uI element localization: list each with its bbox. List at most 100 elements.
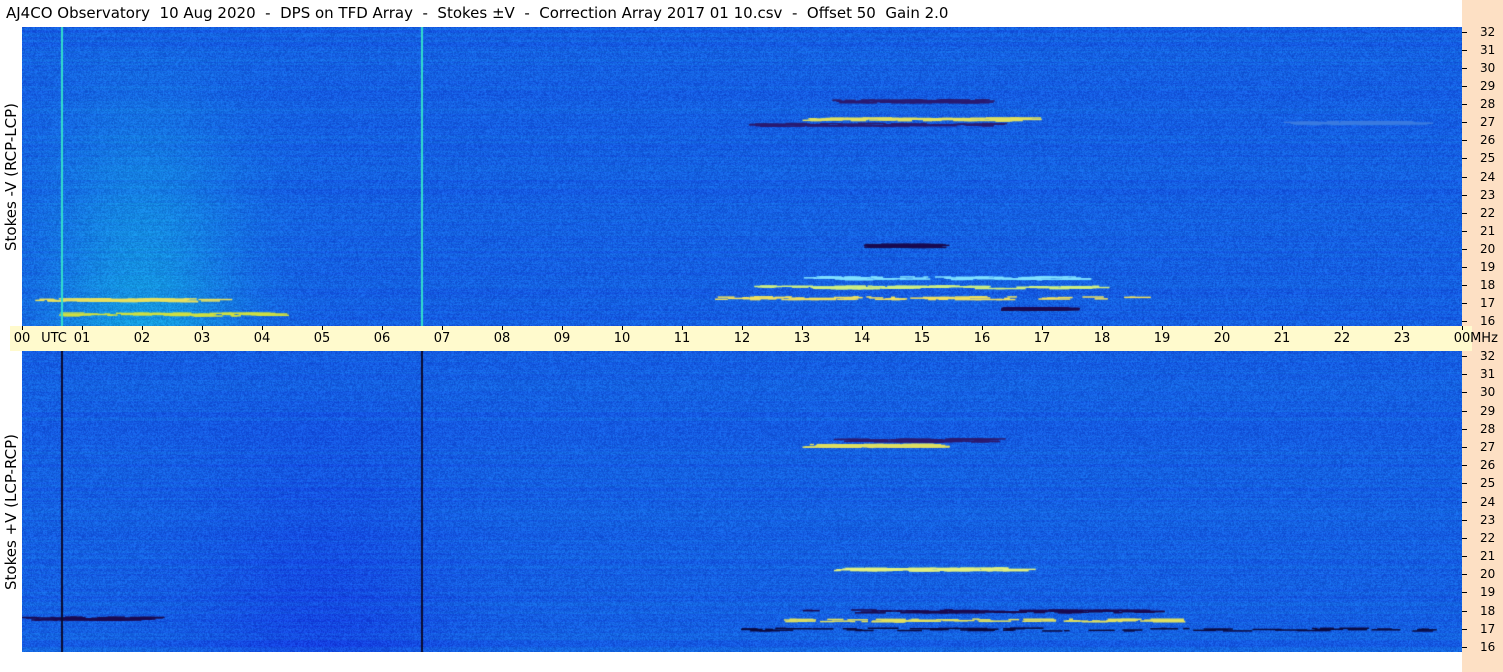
freq-tick-label: 22 xyxy=(1480,205,1496,220)
freq-tick-mark xyxy=(1462,610,1467,612)
freq-tick-label: 28 xyxy=(1480,97,1496,112)
time-tick-mark xyxy=(1162,326,1163,330)
freq-tick-label: 25 xyxy=(1480,476,1496,491)
freq-tick-mark xyxy=(1462,592,1467,594)
freq-tick-label: 20 xyxy=(1480,567,1496,582)
time-tick-label: 14 xyxy=(853,331,871,346)
time-tick-mark xyxy=(1402,326,1403,330)
freq-tick-label: 18 xyxy=(1480,603,1496,618)
freq-tick-label: 20 xyxy=(1480,241,1496,256)
time-tick-mark xyxy=(982,326,983,330)
time-tick-mark xyxy=(562,326,563,330)
freq-tick-mark xyxy=(1462,537,1467,539)
time-tick-label: 15 xyxy=(913,331,931,346)
time-tick-mark xyxy=(622,326,623,330)
freq-tick-label: 31 xyxy=(1480,367,1496,382)
frequency-unit-label: MHz xyxy=(1470,331,1498,346)
time-tick-mark xyxy=(82,326,83,330)
freq-tick-mark xyxy=(1462,194,1467,196)
freq-tick-mark xyxy=(1462,556,1467,558)
freq-tick-mark xyxy=(1462,428,1467,430)
freq-tick-label: 23 xyxy=(1480,512,1496,527)
time-tick-mark xyxy=(142,326,143,330)
freq-tick-mark xyxy=(1462,212,1467,214)
window-title: AJ4CO Observatory 10 Aug 2020 - DPS on T… xyxy=(0,0,1462,27)
time-tick-label: 22 xyxy=(1333,331,1351,346)
spectrogram-bottom[interactable] xyxy=(22,351,1462,652)
freq-tick-mark xyxy=(1462,122,1467,124)
time-tick-label: 04 xyxy=(253,331,271,346)
freq-tick-mark xyxy=(1462,284,1467,286)
time-tick-mark xyxy=(682,326,683,330)
freq-tick-label: 22 xyxy=(1480,530,1496,545)
time-tick-label: 12 xyxy=(733,331,751,346)
time-tick-label: 00 xyxy=(1453,331,1471,346)
time-tick-mark xyxy=(802,326,803,330)
dps-viewer: AJ4CO Observatory 10 Aug 2020 - DPS on T… xyxy=(0,0,1503,672)
time-tick-label: 11 xyxy=(673,331,691,346)
time-tick-mark xyxy=(922,326,923,330)
freq-tick-label: 16 xyxy=(1480,314,1496,328)
freq-tick-mark xyxy=(1462,248,1467,250)
freq-tick-mark xyxy=(1462,574,1467,576)
freq-tick-label: 16 xyxy=(1480,640,1496,654)
freq-tick-mark xyxy=(1462,647,1467,648)
freq-tick-mark xyxy=(1462,158,1467,160)
time-tick-label: 21 xyxy=(1273,331,1291,346)
freq-tick-mark xyxy=(1462,104,1467,106)
top-ylabel: Stokes -V (RCP-LCP) xyxy=(2,102,20,251)
freq-tick-mark xyxy=(1462,519,1467,521)
time-tick-label: 05 xyxy=(313,331,331,346)
time-tick-mark xyxy=(1042,326,1043,330)
freq-tick-label: 24 xyxy=(1480,494,1496,509)
freq-tick-mark xyxy=(1462,86,1467,88)
freq-tick-mark xyxy=(1462,356,1467,357)
time-unit-label: UTC xyxy=(41,331,67,346)
time-tick-mark xyxy=(1222,326,1223,330)
freq-tick-label: 26 xyxy=(1480,458,1496,473)
freq-tick-label: 21 xyxy=(1480,223,1496,238)
time-tick-label: 06 xyxy=(373,331,391,346)
freq-tick-mark xyxy=(1462,176,1467,178)
time-tick-mark xyxy=(202,326,203,330)
spectrogram-top[interactable] xyxy=(22,27,1462,326)
freq-tick-label: 29 xyxy=(1480,79,1496,94)
time-tick-label: 01 xyxy=(73,331,91,346)
freq-tick-label: 18 xyxy=(1480,277,1496,292)
freq-tick-label: 32 xyxy=(1480,25,1496,39)
freq-tick-mark xyxy=(1462,465,1467,467)
time-tick-mark xyxy=(1342,326,1343,330)
freq-tick-label: 31 xyxy=(1480,43,1496,58)
freq-tick-label: 30 xyxy=(1480,61,1496,76)
time-tick-label: 09 xyxy=(553,331,571,346)
freq-tick-mark xyxy=(1462,140,1467,142)
time-tick-label: 13 xyxy=(793,331,811,346)
freq-tick-mark xyxy=(1462,446,1467,448)
freq-tick-mark xyxy=(1462,321,1467,322)
time-tick-label: 08 xyxy=(493,331,511,346)
freq-tick-label: 30 xyxy=(1480,385,1496,400)
freq-tick-mark xyxy=(1462,501,1467,503)
time-tick-mark xyxy=(742,326,743,330)
time-tick-label: 18 xyxy=(1093,331,1111,346)
freq-tick-mark xyxy=(1462,374,1467,376)
freq-tick-label: 26 xyxy=(1480,133,1496,148)
time-tick-mark xyxy=(22,326,23,330)
freq-tick-mark xyxy=(1462,628,1467,630)
time-tick-label: 23 xyxy=(1393,331,1411,346)
freq-tick-label: 28 xyxy=(1480,421,1496,436)
time-axis: 00 01 02 03 04 05 06 07 08 09 10 11 12 13 14 15 16 17 18 19… xyxy=(10,326,1498,351)
time-tick-label: 07 xyxy=(433,331,451,346)
time-tick-mark xyxy=(262,326,263,330)
time-tick-mark xyxy=(502,326,503,330)
freq-tick-mark xyxy=(1462,410,1467,412)
time-tick-mark xyxy=(1102,326,1103,330)
freq-tick-label: 21 xyxy=(1480,549,1496,564)
freq-tick-label: 17 xyxy=(1480,295,1496,310)
time-tick-mark xyxy=(442,326,443,330)
time-tick-label: 10 xyxy=(613,331,631,346)
time-tick-mark xyxy=(1282,326,1283,330)
freq-tick-label: 32 xyxy=(1480,349,1496,363)
freq-tick-mark xyxy=(1462,392,1467,394)
time-tick-mark xyxy=(1462,326,1463,330)
